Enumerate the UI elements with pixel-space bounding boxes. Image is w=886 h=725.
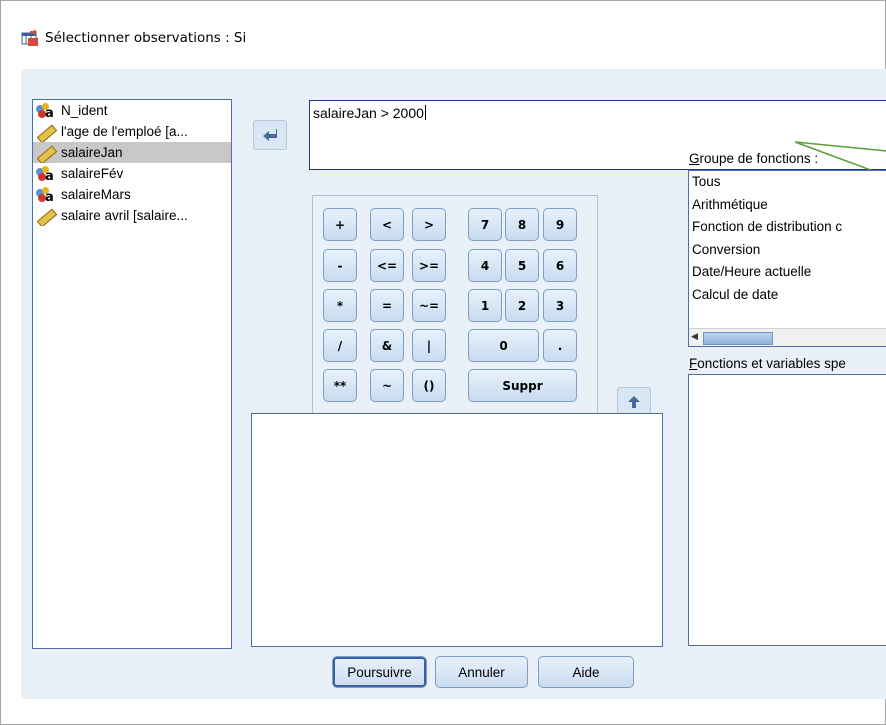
- function-group-item[interactable]: Calcul de date: [689, 284, 886, 307]
- variable-item[interactable]: a salaireMars: [33, 184, 231, 205]
- scale-variable-icon: [35, 144, 58, 163]
- nominal-variable-icon: a: [35, 102, 57, 121]
- keypad-key[interactable]: 0: [468, 329, 539, 362]
- scale-variable-icon: [35, 207, 58, 226]
- variable-item[interactable]: l'age de l'emploé [a...: [33, 121, 231, 142]
- horizontal-scrollbar[interactable]: ◀: [689, 328, 886, 346]
- variable-list[interactable]: a N_ident l'age de l'emploé [a... salaireJa…: [32, 99, 232, 649]
- function-group-item[interactable]: Conversion: [689, 239, 886, 262]
- calculator-keypad: + < >7 8 9 - <= >= 4 5 6 * = ~= 1 2 3 /& | 0. ** ~() Suppr: [312, 195, 598, 423]
- keypad-key[interactable]: ~=: [412, 289, 446, 322]
- variable-label: salaireFév: [61, 166, 124, 181]
- variable-label: N_ident: [61, 103, 108, 118]
- cancel-button[interactable]: Annuler: [435, 656, 528, 688]
- keypad-key[interactable]: +: [323, 208, 357, 241]
- keypad-key[interactable]: =: [370, 289, 404, 322]
- function-group-list[interactable]: Tous Arithmétique Fonction de distribution…: [688, 170, 886, 347]
- keypad-key[interactable]: 4: [468, 249, 502, 282]
- arrow-left-icon: [263, 129, 277, 141]
- keypad-key[interactable]: 2: [505, 289, 539, 322]
- keypad-key[interactable]: ~: [370, 369, 404, 402]
- variable-item[interactable]: salaireJan: [33, 142, 231, 163]
- keypad-key[interactable]: .: [543, 329, 577, 362]
- expression-text: salaireJan > 2000: [313, 105, 424, 121]
- keypad-key[interactable]: |: [412, 329, 446, 362]
- scroll-left-icon[interactable]: ◀: [691, 331, 701, 343]
- dialog-window: Sélectionner observations : Si a N_identl…: [0, 0, 886, 725]
- variable-item[interactable]: salaire avril [salaire...: [33, 205, 231, 226]
- keypad-key[interactable]: /: [323, 329, 357, 362]
- dialog-client-area: a N_ident l'age de l'emploé [a... salaireJa…: [21, 69, 886, 699]
- function-description-box: [251, 413, 663, 647]
- keypad-key[interactable]: 5: [505, 249, 539, 282]
- function-group-item[interactable]: Date/Heure actuelle: [689, 261, 886, 284]
- nominal-variable-icon: a: [35, 165, 57, 184]
- keypad-key[interactable]: **: [323, 369, 357, 402]
- title-bar: Sélectionner observations : Si: [21, 26, 246, 50]
- keypad-key[interactable]: 6: [543, 249, 577, 282]
- variable-item[interactable]: a salaireFév: [33, 163, 231, 184]
- keypad-key[interactable]: >=: [412, 249, 446, 282]
- function-group-item[interactable]: Fonction de distribution c: [689, 216, 886, 239]
- function-group-item[interactable]: Tous: [689, 171, 886, 194]
- keypad-key[interactable]: 7: [468, 208, 502, 241]
- keypad-key[interactable]: 3: [543, 289, 577, 322]
- keypad-key[interactable]: >: [412, 208, 446, 241]
- scale-variable-icon: [35, 123, 58, 142]
- variable-item[interactable]: a N_ident: [33, 100, 231, 121]
- keypad-key[interactable]: 1: [468, 289, 502, 322]
- nominal-variable-icon: a: [35, 186, 57, 205]
- arrow-up-icon: [628, 396, 640, 408]
- move-variable-button[interactable]: [253, 120, 287, 150]
- functions-vars-label: Fonctions et variables spe: [689, 356, 846, 371]
- app-icon: [21, 29, 39, 47]
- variable-label: salaireJan: [61, 145, 123, 160]
- help-button[interactable]: Aide: [538, 656, 634, 688]
- functions-vars-list[interactable]: [688, 374, 886, 646]
- window-title: Sélectionner observations : Si: [45, 30, 247, 46]
- function-group-label: Groupe de fonctions :: [689, 151, 819, 166]
- keypad-key[interactable]: &: [370, 329, 404, 362]
- keypad-key[interactable]: (): [412, 369, 446, 402]
- keypad-key[interactable]: 9: [543, 208, 577, 241]
- continue-button[interactable]: Poursuivre: [332, 656, 427, 688]
- variable-label: l'age de l'emploé [a...: [61, 124, 188, 139]
- keypad-key[interactable]: Suppr: [468, 369, 577, 402]
- keypad-key[interactable]: -: [323, 249, 357, 282]
- keypad-key[interactable]: <=: [370, 249, 404, 282]
- keypad-key[interactable]: <: [370, 208, 404, 241]
- scrollbar-thumb[interactable]: [703, 332, 773, 345]
- keypad-key[interactable]: 8: [505, 208, 539, 241]
- function-group-item[interactable]: Arithmétique: [689, 194, 886, 217]
- keypad-key[interactable]: *: [323, 289, 357, 322]
- variable-label: salaireMars: [61, 187, 131, 202]
- text-caret: [424, 105, 426, 120]
- variable-label: salaire avril [salaire...: [61, 208, 188, 223]
